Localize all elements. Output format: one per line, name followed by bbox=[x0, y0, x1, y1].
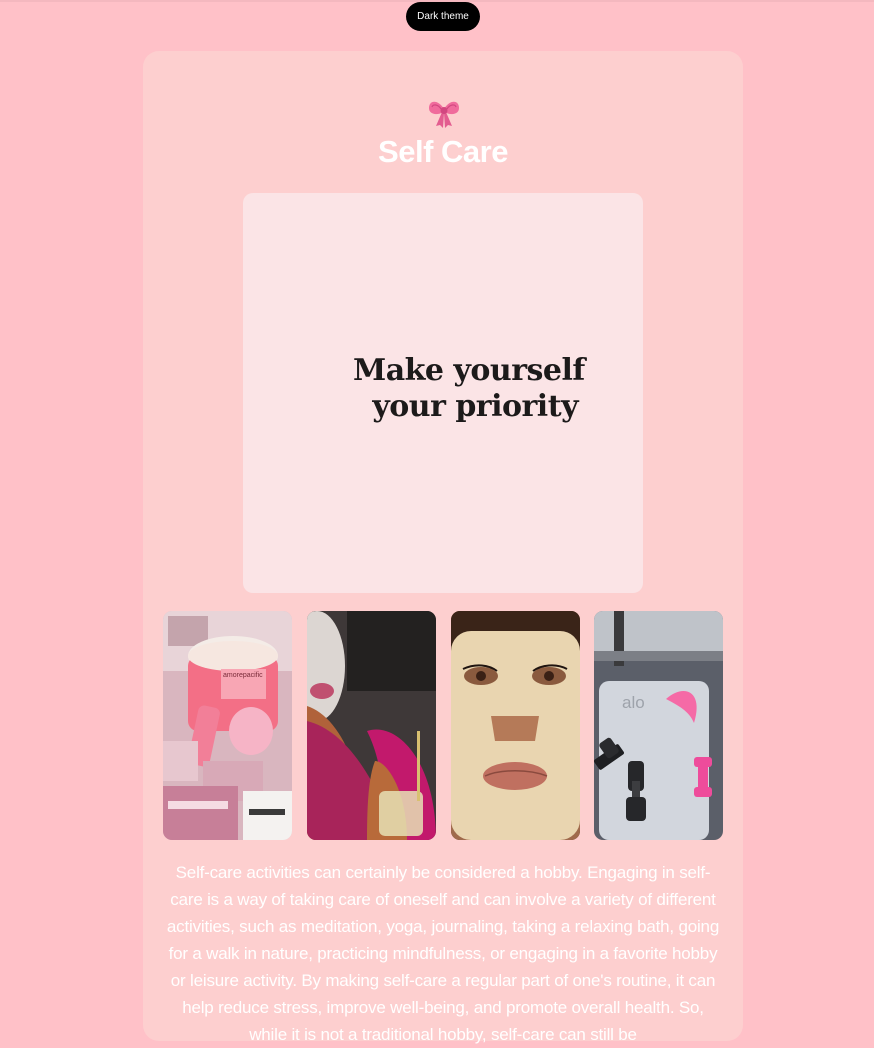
alo-logo-text: alo bbox=[622, 693, 645, 712]
dark-theme-toggle-button[interactable]: Dark theme bbox=[406, 2, 480, 31]
ribbon-bow-icon bbox=[429, 101, 459, 128]
description-text: Self-care activities can certainly be co… bbox=[166, 863, 720, 1044]
product-brand-label: amorepacific bbox=[223, 672, 263, 679]
hero-quote-text: Make yourself your priority bbox=[353, 353, 585, 425]
face-mask-selfie-photo bbox=[307, 611, 436, 840]
content-card: Self Care Make yourself your priority am… bbox=[143, 51, 743, 1044]
alo-yoga-mat-dumbbells-photo: alo bbox=[594, 611, 723, 840]
hero-quote-image: Make yourself your priority bbox=[243, 193, 643, 593]
hydrogel-mask-photo bbox=[451, 611, 580, 840]
hero-quote-line: Make yourself bbox=[353, 353, 585, 388]
skincare-products-photo: amorepacific bbox=[163, 611, 292, 840]
page-title: Self Care bbox=[378, 134, 508, 169]
hero-quote-line: your priority bbox=[372, 389, 578, 424]
